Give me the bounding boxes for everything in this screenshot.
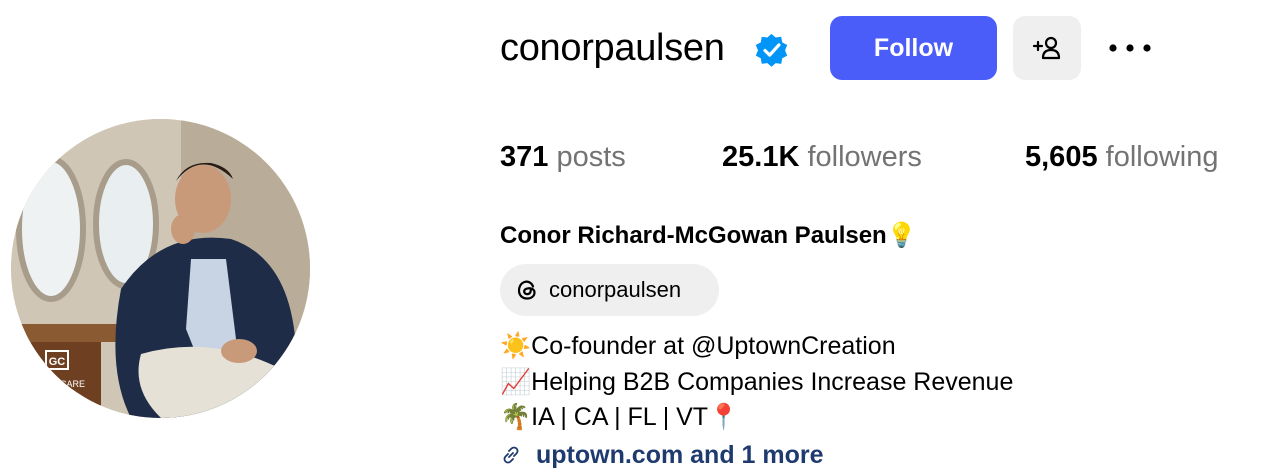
followers-count-stat[interactable]: 25.1K followers	[722, 138, 922, 176]
threads-icon	[517, 280, 536, 300]
bio-text: Co-founder at @UptownCreation	[531, 332, 896, 360]
profile-header: GC N CARE conorpaulsen Follow 371 posts	[0, 0, 1263, 474]
bio-line: 📈Helping B2B Companies Increase Revenue	[500, 365, 1013, 399]
profile-full-name: Conor Richard-McGowan Paulsen💡	[500, 219, 917, 252]
add-person-icon	[1032, 36, 1061, 60]
following-count: 5,605	[1025, 141, 1098, 173]
more-options-button[interactable]	[1101, 28, 1159, 68]
threads-handle: conorpaulsen	[549, 277, 682, 302]
full-name-text: Conor Richard-McGowan Paulsen	[500, 222, 887, 249]
external-links[interactable]: uptown.com and 1 more	[500, 437, 824, 473]
suggested-users-button[interactable]	[1013, 16, 1081, 80]
lightbulb-emoji-icon: 💡	[886, 221, 917, 249]
following-count-stat[interactable]: 5,605 following	[1025, 138, 1218, 176]
followers-label: followers	[807, 141, 922, 173]
posts-count: 371	[500, 141, 549, 173]
bio-text: IA | CA | FL | VT	[531, 403, 709, 431]
posts-label: posts	[556, 141, 626, 173]
pin-emoji-icon: 📍	[708, 402, 740, 431]
bio-line: ☀️Co-founder at @UptownCreation	[500, 329, 896, 363]
follow-button[interactable]: Follow	[830, 16, 997, 80]
bio-line: 🌴IA | CA | FL | VT📍	[500, 400, 739, 434]
more-horizontal-icon	[1109, 44, 1151, 52]
threads-link-pill[interactable]: conorpaulsen	[500, 264, 719, 316]
posts-count-stat: 371 posts	[500, 138, 626, 176]
svg-text:GC: GC	[49, 356, 66, 368]
verified-badge-icon	[755, 33, 788, 67]
link-icon	[503, 446, 519, 464]
profile-username: conorpaulsen	[500, 27, 725, 69]
palm-tree-emoji-icon: 🌴	[500, 402, 532, 431]
avatar-photo: GC N CARE	[11, 119, 310, 418]
bio-text: Helping B2B Companies Increase Revenue	[531, 368, 1014, 396]
profile-avatar[interactable]: GC N CARE	[11, 119, 310, 418]
followers-count: 25.1K	[722, 141, 800, 173]
svg-text:N CARE: N CARE	[51, 379, 85, 389]
chart-increasing-emoji-icon: 📈	[500, 367, 532, 396]
following-label: following	[1105, 141, 1219, 173]
sun-emoji-icon: ☀️	[500, 331, 532, 360]
external-link-text[interactable]: uptown.com and 1 more	[536, 441, 824, 470]
